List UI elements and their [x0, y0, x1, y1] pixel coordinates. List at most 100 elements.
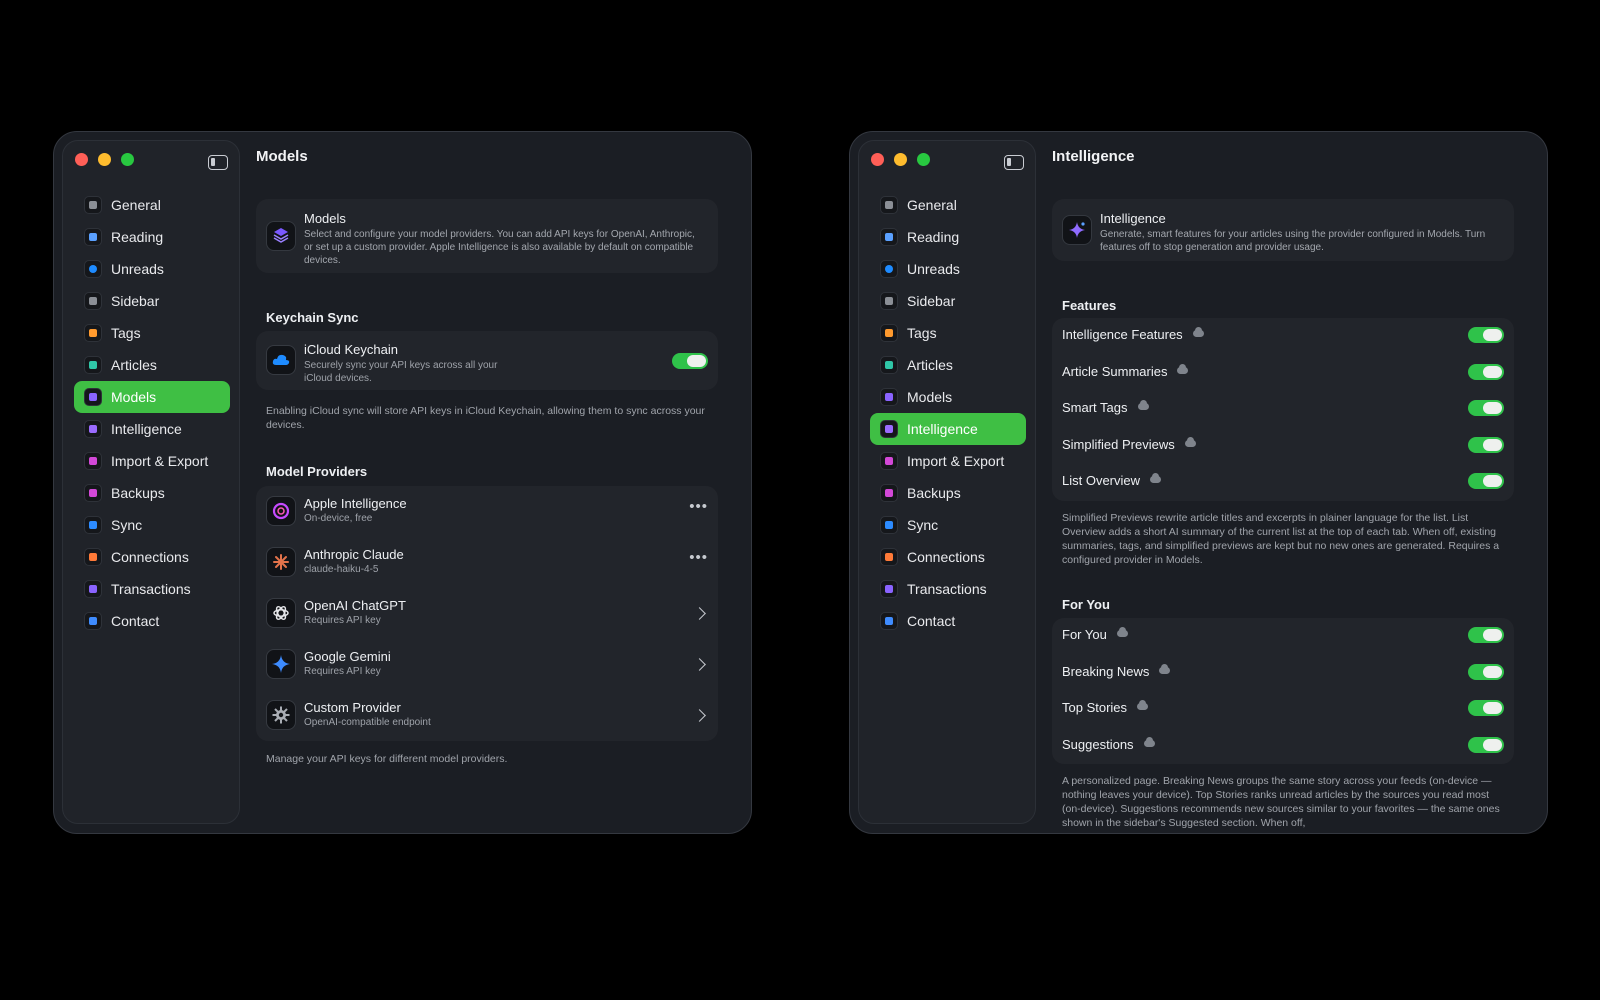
sidebar-item-sidebar[interactable]: Sidebar	[74, 285, 230, 317]
sidebar-item-unreads[interactable]: Unreads	[74, 253, 230, 285]
openai-icon	[266, 598, 296, 628]
feature-toggle[interactable]	[1468, 627, 1504, 643]
feature-toggle[interactable]	[1468, 400, 1504, 416]
sidebar-item-contact[interactable]: Contact	[74, 605, 230, 637]
sidebar-item-general[interactable]: General	[870, 189, 1026, 221]
sidebar-item-tags[interactable]: Tags	[870, 317, 1026, 349]
sidebar-item-connections[interactable]: Connections	[870, 541, 1026, 573]
apple-intelligence-icon	[266, 496, 296, 526]
keychain-note: Enabling iCloud sync will store API keys…	[266, 405, 705, 431]
sidebar-item-label: Backups	[111, 485, 165, 501]
intelligence-hero-card: Intelligence Generate, smart features fo…	[1052, 199, 1514, 261]
sidebar-item-sync[interactable]: Sync	[74, 509, 230, 541]
chevron-right-icon[interactable]	[693, 658, 706, 671]
cloud-icon	[1137, 700, 1148, 710]
feature-toggle[interactable]	[1468, 663, 1504, 680]
hero-title: Models	[304, 211, 346, 226]
feature-row-breaking-news: Breaking News	[1052, 655, 1514, 688]
sidebar-item-label: Reading	[111, 229, 164, 245]
feature-toggle[interactable]	[1468, 736, 1504, 753]
feature-label: Simplified Previews	[1062, 436, 1175, 452]
provider-row-anthropic-claude[interactable]: Anthropic Claude claude-haiku-4-5 •••	[256, 537, 718, 588]
hash-icon	[84, 324, 102, 342]
sidebar-item-label: Models	[907, 389, 953, 405]
sidebar-item-contact[interactable]: Contact	[870, 605, 1026, 637]
sidebar-item-models[interactable]: Models	[870, 381, 1026, 413]
more-options-icon[interactable]: •••	[689, 549, 708, 566]
close-window-button[interactable]	[871, 153, 884, 166]
cloud-icon	[1150, 473, 1161, 483]
zoom-window-button[interactable]	[121, 153, 134, 166]
sidebar-item-import-export[interactable]: Import & Export	[74, 445, 230, 477]
provider-row-custom[interactable]: Custom Provider OpenAI-compatible endpoi…	[256, 690, 718, 741]
icloud-keychain-title: iCloud Keychain	[304, 342, 398, 357]
sidebar-nav: General Reading Unreads Sidebar Tags Articles…	[870, 189, 1026, 637]
feature-toggle[interactable]	[1468, 473, 1504, 489]
cloud-icon	[1117, 627, 1128, 637]
link-icon	[84, 548, 102, 566]
sidebar-item-backups[interactable]: Backups	[870, 477, 1026, 509]
sidebar-item-sync[interactable]: Sync	[870, 509, 1026, 541]
provider-row-openai-chatgpt[interactable]: OpenAI ChatGPT Requires API key	[256, 588, 718, 639]
sidebar-item-sidebar[interactable]: Sidebar	[870, 285, 1026, 317]
feature-toggle[interactable]	[1468, 700, 1504, 716]
sidebar-icon	[84, 292, 102, 310]
sidebar-item-transactions[interactable]: Transactions	[870, 573, 1026, 605]
cloud-icon	[1159, 663, 1170, 674]
sidebar-item-tags[interactable]: Tags	[74, 317, 230, 349]
sidebar-item-intelligence[interactable]: Intelligence	[74, 413, 230, 445]
for-you-note: A personalized page. Breaking News group…	[1062, 775, 1500, 829]
articles-icon	[84, 356, 102, 374]
minimize-window-button[interactable]	[894, 153, 907, 166]
providers-list: Apple Intelligence On-device, free ••• A…	[256, 486, 718, 741]
feature-row-simplified-previews: Simplified Previews	[1052, 428, 1514, 461]
provider-row-apple-intelligence[interactable]: Apple Intelligence On-device, free •••	[256, 486, 718, 537]
feature-row-top-stories: Top Stories	[1052, 691, 1514, 724]
feature-toggle[interactable]	[1468, 436, 1504, 453]
sidebar-item-label: Intelligence	[111, 421, 182, 437]
features-heading: Features	[1062, 298, 1117, 313]
zoom-window-button[interactable]	[917, 153, 930, 166]
chevron-right-icon[interactable]	[693, 607, 706, 620]
icloud-keychain-toggle[interactable]	[672, 353, 708, 369]
gear-icon	[266, 700, 296, 730]
sidebar-item-general[interactable]: General	[74, 189, 230, 221]
cube-icon	[880, 388, 898, 406]
sidebar-item-backups[interactable]: Backups	[74, 477, 230, 509]
sidebar-item-connections[interactable]: Connections	[74, 541, 230, 573]
receipt-icon	[880, 580, 898, 598]
more-options-icon[interactable]: •••	[689, 498, 708, 515]
page-title: Intelligence	[1052, 148, 1135, 165]
for-you-list: For You Breaking News Top Stories Suggestio…	[1052, 618, 1514, 764]
chevron-right-icon[interactable]	[693, 709, 706, 722]
sidebar-item-articles[interactable]: Articles	[74, 349, 230, 381]
cloud-icon	[1193, 327, 1204, 337]
minimize-window-button[interactable]	[98, 153, 111, 166]
models-settings-window: General Reading Unreads Sidebar Tags Articles…	[53, 131, 752, 834]
sidebar-item-articles[interactable]: Articles	[870, 349, 1026, 381]
sidebar-item-label: Models	[111, 389, 157, 405]
sidebar-item-unreads[interactable]: Unreads	[870, 253, 1026, 285]
sidebar-item-transactions[interactable]: Transactions	[74, 573, 230, 605]
provider-subtitle: Requires API key	[304, 615, 381, 626]
backup-icon	[880, 484, 898, 502]
import-export-icon	[84, 452, 102, 470]
sidebar-item-reading[interactable]: Reading	[870, 221, 1026, 253]
sidebar-item-label: Articles	[907, 357, 953, 373]
claude-icon	[266, 547, 296, 577]
sidebar-toggle-icon[interactable]	[208, 155, 228, 170]
feature-label: Intelligence Features	[1062, 327, 1183, 342]
sidebar-item-reading[interactable]: Reading	[74, 221, 230, 253]
sync-icon	[880, 516, 898, 534]
sidebar-item-label: Unreads	[111, 261, 164, 277]
sidebar-toggle-icon[interactable]	[1004, 155, 1024, 170]
sidebar-item-models[interactable]: Models	[74, 381, 230, 413]
hero-description: Generate, smart features for your articl…	[1100, 229, 1486, 253]
feature-toggle[interactable]	[1468, 327, 1504, 343]
provider-row-google-gemini[interactable]: Google Gemini Requires API key	[256, 639, 718, 690]
close-window-button[interactable]	[75, 153, 88, 166]
cloud-icon	[1144, 736, 1155, 747]
sidebar-item-intelligence[interactable]: Intelligence	[870, 413, 1026, 445]
sidebar-item-import-export[interactable]: Import & Export	[870, 445, 1026, 477]
feature-toggle[interactable]	[1468, 363, 1504, 380]
